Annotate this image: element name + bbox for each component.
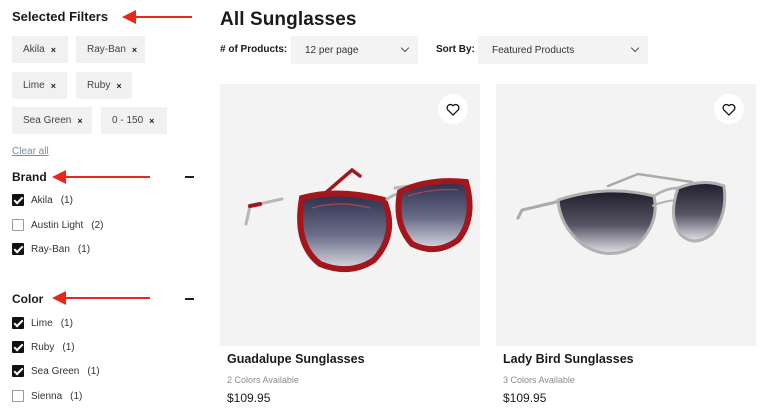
color-option-sienna[interactable]: Sienna (1) [12, 390, 82, 402]
chip-label: Sea Green [23, 115, 72, 126]
chip-label: Akila [23, 44, 45, 55]
option-label: Austin Light [31, 219, 84, 231]
sunglasses-image [244, 167, 473, 273]
per-page-value: 12 per page [305, 44, 359, 56]
chevron-down-icon [400, 43, 410, 53]
option-label: Akila [31, 194, 53, 206]
minus-icon[interactable] [185, 298, 194, 300]
product-colors-available: 3 Colors Available [503, 375, 575, 385]
option-label: Ray-Ban [31, 243, 70, 255]
annotation-arrow [52, 170, 150, 184]
page-title: All Sunglasses [220, 9, 357, 30]
brand-option-austin-light[interactable]: Austin Light (2) [12, 219, 104, 231]
option-label: Ruby [31, 341, 55, 353]
remove-x-icon[interactable]: × [116, 81, 121, 91]
sort-by-select[interactable]: Featured Products [478, 36, 648, 64]
option-count: (1) [60, 194, 73, 206]
favorite-button[interactable] [438, 94, 468, 124]
filter-sidebar: Selected Filters Akila × Ray-Ban × Lime … [0, 0, 205, 412]
filter-chip-rayban[interactable]: Ray-Ban × [76, 36, 145, 63]
brand-option-rayban[interactable]: Ray-Ban (1) [12, 243, 90, 255]
product-card[interactable]: Lady Bird Sunglasses 3 Colors Available … [496, 84, 756, 405]
product-price: $109.95 [503, 391, 547, 405]
option-label: Sea Green [31, 365, 80, 377]
color-title: Color [12, 292, 44, 306]
checkmark-icon[interactable] [12, 194, 24, 206]
clear-all-link[interactable]: Clear all [12, 146, 49, 157]
remove-x-icon[interactable]: × [77, 116, 82, 126]
checkmark-icon[interactable] [12, 365, 24, 377]
option-count: (1) [62, 341, 75, 353]
chip-label: 0 - 150 [112, 115, 144, 126]
filter-chip-akila[interactable]: Akila × [12, 36, 68, 63]
selected-filters-title: Selected Filters [12, 9, 109, 24]
option-count: (1) [87, 365, 100, 377]
heart-icon [722, 103, 736, 116]
chip-label: Ruby [87, 80, 111, 91]
filter-chip-lime[interactable]: Lime × [12, 72, 67, 99]
product-name[interactable]: Lady Bird Sunglasses [503, 352, 634, 366]
color-option-sea-green[interactable]: Sea Green (1) [12, 365, 100, 377]
checkmark-icon[interactable] [12, 243, 24, 255]
checkbox[interactable] [12, 219, 24, 231]
product-image[interactable] [220, 84, 480, 346]
product-price: $109.95 [227, 391, 271, 405]
color-section-header[interactable]: Color [12, 292, 194, 306]
remove-x-icon[interactable]: × [132, 45, 137, 55]
option-label: Lime [31, 317, 53, 329]
remove-x-icon[interactable]: × [51, 45, 56, 55]
favorite-button[interactable] [714, 94, 744, 124]
sunglasses-image [516, 172, 727, 255]
product-colors-available: 2 Colors Available [227, 375, 299, 385]
checkmark-icon[interactable] [12, 317, 24, 329]
chip-label: Ray-Ban [87, 44, 126, 55]
chip-label: Lime [23, 80, 45, 91]
product-image[interactable] [496, 84, 756, 346]
checkmark-icon[interactable] [12, 341, 24, 353]
color-option-lime[interactable]: Lime (1) [12, 317, 73, 329]
product-card[interactable]: Guadalupe Sunglasses 2 Colors Available … [220, 84, 480, 405]
sort-by-label: Sort By: [436, 44, 475, 55]
option-count: (1) [70, 390, 83, 402]
per-page-select[interactable]: 12 per page [291, 36, 418, 64]
option-count: (1) [77, 243, 91, 255]
option-count: (1) [60, 317, 73, 329]
color-option-ruby[interactable]: Ruby (1) [12, 341, 75, 353]
remove-x-icon[interactable]: × [149, 116, 154, 126]
annotation-arrow [52, 291, 150, 305]
annotation-arrow [122, 10, 192, 24]
filter-chip-sea-green[interactable]: Sea Green × [12, 107, 92, 134]
brand-title: Brand [12, 170, 47, 184]
products-per-page-label: # of Products: [220, 44, 288, 55]
chevron-down-icon [630, 43, 640, 53]
heart-icon [446, 103, 460, 116]
minus-icon[interactable] [185, 176, 194, 178]
product-name[interactable]: Guadalupe Sunglasses [227, 352, 365, 366]
sort-value: Featured Products [492, 44, 575, 56]
option-count: (2) [91, 219, 104, 231]
brand-option-akila[interactable]: Akila (1) [12, 194, 73, 206]
filter-chip-price[interactable]: 0 - 150 × [101, 107, 167, 134]
filter-chip-ruby[interactable]: Ruby × [76, 72, 132, 99]
remove-x-icon[interactable]: × [51, 81, 56, 91]
option-label: Sienna [31, 390, 63, 402]
product-listing: All Sunglasses # of Products: 12 per pag… [220, 0, 768, 412]
checkbox[interactable] [12, 390, 24, 402]
